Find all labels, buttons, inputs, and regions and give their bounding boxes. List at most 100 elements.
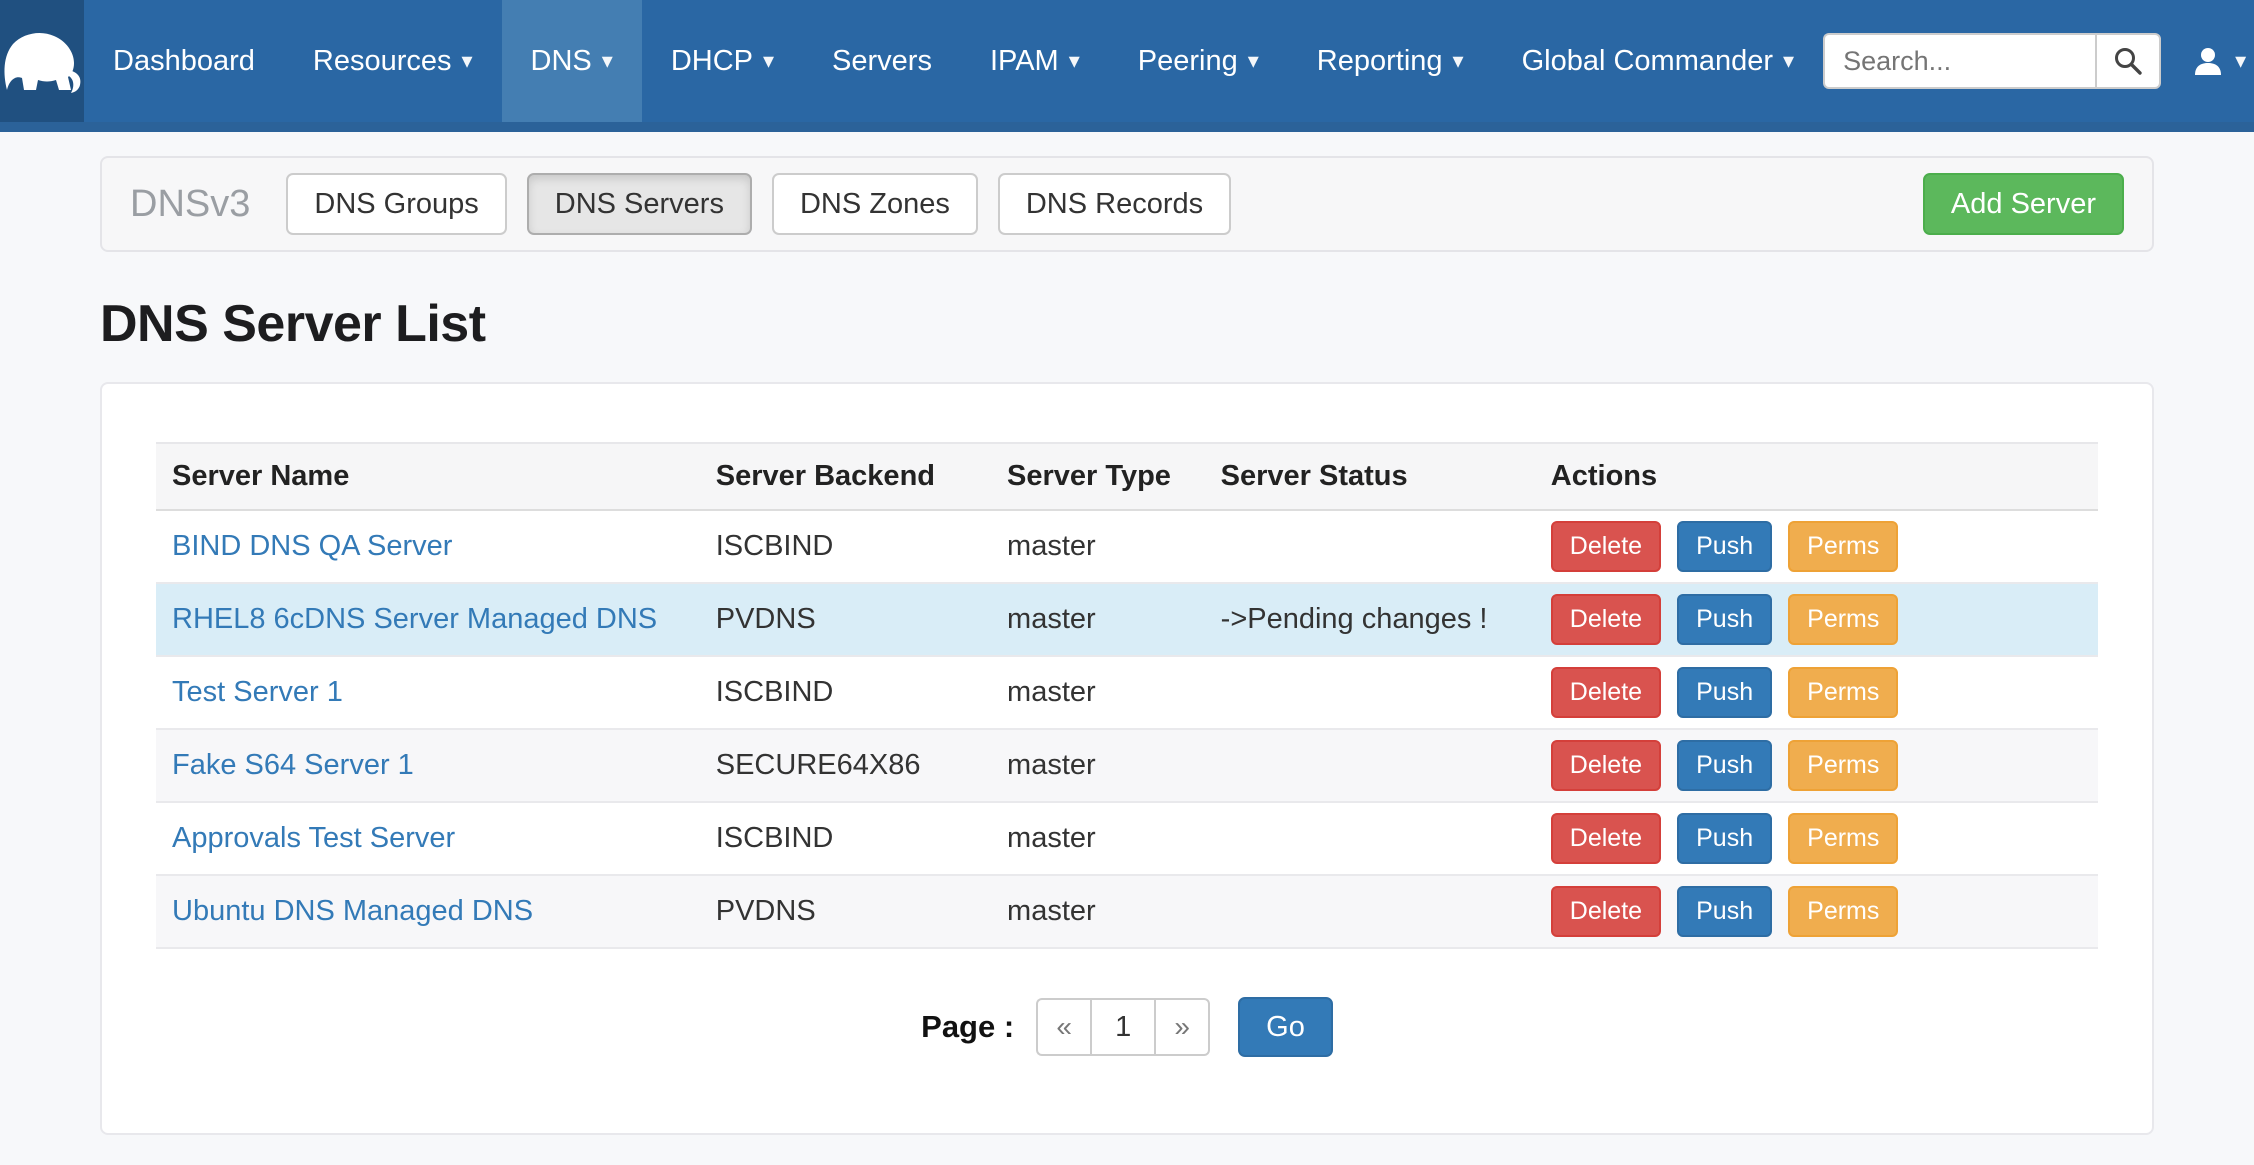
- table-header-row: Server Name Server Backend Server Type S…: [156, 443, 2098, 510]
- table-row: RHEL8 6cDNS Server Managed DNS PVDNS mas…: [156, 583, 2098, 656]
- col-server-name: Server Name: [156, 443, 700, 510]
- tab-dns-records[interactable]: DNS Records: [998, 173, 1231, 235]
- perms-button[interactable]: Perms: [1788, 886, 1898, 937]
- nav-item-dns[interactable]: DNS▾: [502, 0, 642, 122]
- caret-down-icon: ▾: [763, 50, 774, 72]
- user-menu[interactable]: ▾: [2191, 44, 2246, 78]
- perms-button[interactable]: Perms: [1788, 740, 1898, 791]
- prev-page-button[interactable]: «: [1036, 998, 1090, 1056]
- server-backend: ISCBIND: [700, 510, 991, 583]
- page-label: Page :: [921, 1009, 1014, 1045]
- col-server-type: Server Type: [991, 443, 1205, 510]
- navbar-bottom-strip: [0, 122, 2254, 132]
- server-backend: ISCBIND: [700, 656, 991, 729]
- server-type: master: [991, 875, 1205, 948]
- go-button[interactable]: Go: [1238, 997, 1333, 1057]
- perms-button[interactable]: Perms: [1788, 667, 1898, 718]
- main-nav: Dashboard Resources▾ DNS▾ DHCP▾ Servers …: [84, 0, 1823, 122]
- server-name-link[interactable]: Test Server 1: [172, 676, 343, 708]
- table-row: Test Server 1 ISCBIND master Delete Push…: [156, 656, 2098, 729]
- col-server-status: Server Status: [1205, 443, 1535, 510]
- nav-item-reporting[interactable]: Reporting ▾: [1288, 0, 1493, 122]
- server-status: [1205, 656, 1535, 729]
- delete-button[interactable]: Delete: [1551, 521, 1661, 572]
- user-icon: [2191, 44, 2225, 78]
- server-status: [1205, 729, 1535, 802]
- server-list-card: Server Name Server Backend Server Type S…: [100, 382, 2154, 1135]
- tab-dns-servers[interactable]: DNS Servers: [527, 173, 752, 235]
- perms-button[interactable]: Perms: [1788, 521, 1898, 572]
- nav-label: Reporting: [1317, 45, 1443, 78]
- top-navbar: Dashboard Resources▾ DNS▾ DHCP▾ Servers …: [0, 0, 2254, 122]
- tab-dns-groups[interactable]: DNS Groups: [286, 173, 506, 235]
- caret-down-icon: ▾: [462, 50, 473, 72]
- nav-item-dhcp[interactable]: DHCP▾: [642, 0, 803, 122]
- caret-down-icon: ▾: [2235, 50, 2246, 72]
- perms-button[interactable]: Perms: [1788, 594, 1898, 645]
- delete-button[interactable]: Delete: [1551, 886, 1661, 937]
- delete-button[interactable]: Delete: [1551, 813, 1661, 864]
- server-name-link[interactable]: Fake S64 Server 1: [172, 749, 414, 781]
- server-type: master: [991, 802, 1205, 875]
- nav-label: Global Commander: [1522, 45, 1773, 78]
- push-button[interactable]: Push: [1677, 740, 1772, 791]
- nav-item-resources[interactable]: Resources▾: [284, 0, 502, 122]
- col-actions: Actions: [1535, 443, 2098, 510]
- delete-button[interactable]: Delete: [1551, 667, 1661, 718]
- nav-label: DNS: [531, 45, 592, 78]
- server-type: master: [991, 583, 1205, 656]
- nav-item-ipam[interactable]: IPAM▾: [961, 0, 1109, 122]
- server-status: ->Pending changes !: [1205, 583, 1535, 656]
- search-group: [1823, 33, 2161, 89]
- server-backend: PVDNS: [700, 875, 991, 948]
- server-name-link[interactable]: Ubuntu DNS Managed DNS: [172, 895, 533, 927]
- table-row: Approvals Test Server ISCBIND master Del…: [156, 802, 2098, 875]
- app-logo[interactable]: [0, 0, 84, 122]
- nav-label: Dashboard: [113, 45, 255, 78]
- main-content: DNSv3 DNS Groups DNS Servers DNS Zones D…: [0, 132, 2254, 1165]
- table-row: Ubuntu DNS Managed DNS PVDNS master Dele…: [156, 875, 2098, 948]
- search-icon: [2113, 46, 2143, 76]
- page-number-input[interactable]: [1090, 998, 1156, 1056]
- push-button[interactable]: Push: [1677, 886, 1772, 937]
- server-table: Server Name Server Backend Server Type S…: [156, 442, 2098, 949]
- server-backend: PVDNS: [700, 583, 991, 656]
- push-button[interactable]: Push: [1677, 813, 1772, 864]
- server-status: [1205, 510, 1535, 583]
- search-button[interactable]: [2095, 33, 2161, 89]
- navbar-right: ▾: [1823, 0, 2246, 122]
- server-name-link[interactable]: BIND DNS QA Server: [172, 530, 452, 562]
- caret-down-icon: ▾: [1453, 50, 1464, 72]
- push-button[interactable]: Push: [1677, 521, 1772, 572]
- nav-item-global-commander[interactable]: Global Commander ▾: [1493, 0, 1824, 122]
- push-button[interactable]: Push: [1677, 667, 1772, 718]
- search-input[interactable]: [1823, 33, 2095, 89]
- delete-button[interactable]: Delete: [1551, 594, 1661, 645]
- server-backend: SECURE64X86: [700, 729, 991, 802]
- caret-down-icon: ▾: [1248, 50, 1259, 72]
- caret-down-icon: ▾: [1783, 50, 1794, 72]
- nav-item-dashboard[interactable]: Dashboard: [84, 0, 284, 122]
- table-row: Fake S64 Server 1 SECURE64X86 master Del…: [156, 729, 2098, 802]
- push-button[interactable]: Push: [1677, 594, 1772, 645]
- dns-toolbar: DNSv3 DNS Groups DNS Servers DNS Zones D…: [100, 156, 2154, 252]
- toolbar-title: DNSv3: [130, 183, 250, 226]
- delete-button[interactable]: Delete: [1551, 740, 1661, 791]
- tab-dns-zones[interactable]: DNS Zones: [772, 173, 978, 235]
- add-server-button[interactable]: Add Server: [1923, 173, 2124, 235]
- nav-label: Servers: [832, 45, 932, 78]
- mammoth-logo-icon: [0, 28, 84, 94]
- page-title: DNS Server List: [100, 294, 2154, 354]
- nav-label: IPAM: [990, 45, 1059, 78]
- server-name-link[interactable]: RHEL8 6cDNS Server Managed DNS: [172, 603, 657, 635]
- server-backend: ISCBIND: [700, 802, 991, 875]
- nav-item-servers[interactable]: Servers: [803, 0, 961, 122]
- server-status: [1205, 802, 1535, 875]
- pagination: Page : « » Go: [156, 997, 2098, 1057]
- next-page-button[interactable]: »: [1156, 998, 1210, 1056]
- table-row: BIND DNS QA Server ISCBIND master Delete…: [156, 510, 2098, 583]
- server-name-link[interactable]: Approvals Test Server: [172, 822, 455, 854]
- perms-button[interactable]: Perms: [1788, 813, 1898, 864]
- nav-item-peering[interactable]: Peering▾: [1109, 0, 1288, 122]
- server-type: master: [991, 510, 1205, 583]
